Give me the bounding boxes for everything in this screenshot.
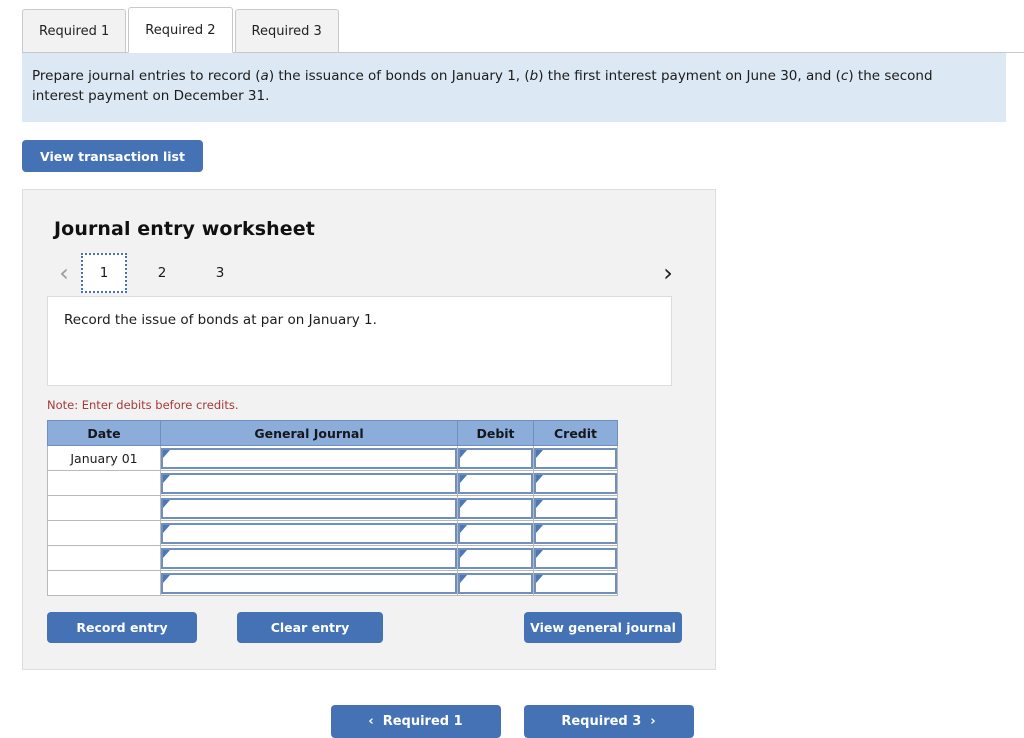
- instruction-text-part-2: ) the issuance of bonds on January 1, (: [268, 68, 530, 84]
- cell-debit-5[interactable]: [457, 545, 534, 572]
- cell-debit-2[interactable]: [457, 470, 534, 497]
- input-general-journal-5[interactable]: [161, 547, 457, 569]
- instruction-text-part-3: ) the first interest payment on June 30,…: [538, 68, 841, 84]
- input-credit-6[interactable]: [534, 572, 617, 594]
- input-debit-6[interactable]: [458, 572, 533, 594]
- input-debit-4[interactable]: [458, 522, 533, 544]
- worksheet-pager: ‹ 1 2 3 ›: [47, 252, 691, 294]
- table-row: [47, 545, 618, 572]
- input-general-journal-4[interactable]: [161, 522, 457, 544]
- table-row: [47, 495, 618, 522]
- cell-date-5[interactable]: [47, 545, 161, 572]
- cell-date-2[interactable]: [47, 470, 161, 497]
- pager-prev-icon[interactable]: ‹: [47, 261, 81, 285]
- requirement-navigation: ‹ Required 1 Required 3 ›: [0, 705, 1024, 738]
- input-credit-1[interactable]: [534, 447, 617, 469]
- input-debit-2[interactable]: [458, 472, 533, 494]
- prev-requirement-label: Required 1: [382, 714, 463, 730]
- clear-entry-button[interactable]: Clear entry: [237, 612, 383, 644]
- cell-debit-3[interactable]: [457, 495, 534, 522]
- cell-date-1[interactable]: January 01: [47, 445, 161, 472]
- instruction-label-b: b: [529, 68, 539, 84]
- column-header-general-journal: General Journal: [160, 420, 458, 447]
- input-general-journal-3[interactable]: [161, 497, 457, 519]
- input-debit-3[interactable]: [458, 497, 533, 519]
- cell-date-6[interactable]: [47, 570, 161, 597]
- tab-required-2[interactable]: Required 2: [128, 7, 233, 53]
- journal-entry-table: Date General Journal Debit Credit Januar…: [47, 420, 618, 597]
- pager-next-icon[interactable]: ›: [651, 261, 685, 285]
- chevron-left-icon: ‹: [368, 714, 374, 730]
- table-header-row: Date General Journal Debit Credit: [47, 420, 618, 447]
- cell-debit-4[interactable]: [457, 520, 534, 547]
- table-row: January 01: [47, 445, 618, 472]
- chevron-right-icon: ›: [650, 714, 656, 730]
- input-general-journal-6[interactable]: [161, 572, 457, 594]
- view-transaction-list-button[interactable]: View transaction list: [22, 140, 203, 173]
- instruction-text-part-1: Prepare journal entries to record (: [32, 68, 261, 84]
- cell-credit-6[interactable]: [533, 570, 618, 597]
- toolbar: View transaction list: [22, 140, 1024, 173]
- cell-general-journal-3[interactable]: [160, 495, 458, 522]
- pager-page-1[interactable]: 1: [81, 253, 127, 294]
- journal-entry-worksheet-panel: Journal entry worksheet ‹ 1 2 3 › Record…: [22, 189, 716, 671]
- column-header-debit: Debit: [457, 420, 534, 447]
- pager-page-2[interactable]: 2: [139, 253, 185, 293]
- requirement-tabs: Required 1 Required 2 Required 3: [22, 0, 1024, 53]
- input-debit-5[interactable]: [458, 547, 533, 569]
- cell-date-4[interactable]: [47, 520, 161, 547]
- prev-requirement-button[interactable]: ‹ Required 1: [330, 705, 501, 738]
- worksheet-actions: Record entry Clear entry View general jo…: [47, 612, 691, 644]
- record-entry-button[interactable]: Record entry: [47, 612, 197, 644]
- column-header-date: Date: [47, 420, 161, 447]
- input-general-journal-2[interactable]: [161, 472, 457, 494]
- cell-general-journal-6[interactable]: [160, 570, 458, 597]
- instruction-banner: Prepare journal entries to record (a) th…: [22, 53, 1006, 123]
- worksheet-prompt-text: Record the issue of bonds at par on Janu…: [64, 312, 377, 329]
- column-header-credit: Credit: [533, 420, 618, 447]
- next-requirement-label: Required 3: [561, 714, 642, 730]
- cell-general-journal-2[interactable]: [160, 470, 458, 497]
- instruction-label-a: a: [260, 68, 269, 84]
- cell-general-journal-1[interactable]: [160, 445, 458, 472]
- table-row: [47, 570, 618, 597]
- cell-general-journal-4[interactable]: [160, 520, 458, 547]
- pager-page-3[interactable]: 3: [197, 253, 243, 293]
- tab-required-1[interactable]: Required 1: [22, 9, 127, 53]
- cell-debit-1[interactable]: [457, 445, 534, 472]
- cell-debit-6[interactable]: [457, 570, 534, 597]
- next-requirement-button[interactable]: Required 3 ›: [523, 705, 694, 738]
- input-credit-4[interactable]: [534, 522, 617, 544]
- cell-credit-3[interactable]: [533, 495, 618, 522]
- table-row: [47, 470, 618, 497]
- input-general-journal-1[interactable]: [161, 447, 457, 469]
- input-credit-5[interactable]: [534, 547, 617, 569]
- worksheet-prompt: Record the issue of bonds at par on Janu…: [47, 296, 672, 387]
- page-title: Journal entry worksheet: [54, 218, 315, 241]
- cell-general-journal-5[interactable]: [160, 545, 458, 572]
- input-credit-3[interactable]: [534, 497, 617, 519]
- tab-required-3[interactable]: Required 3: [234, 9, 339, 53]
- view-general-journal-button[interactable]: View general journal: [524, 612, 682, 644]
- input-credit-2[interactable]: [534, 472, 617, 494]
- debits-before-credits-note: Note: Enter debits before credits.: [47, 398, 239, 413]
- cell-date-3[interactable]: [47, 495, 161, 522]
- cell-credit-4[interactable]: [533, 520, 618, 547]
- table-row: [47, 520, 618, 547]
- cell-credit-1[interactable]: [533, 445, 618, 472]
- input-debit-1[interactable]: [458, 447, 533, 469]
- cell-credit-2[interactable]: [533, 470, 618, 497]
- cell-credit-5[interactable]: [533, 545, 618, 572]
